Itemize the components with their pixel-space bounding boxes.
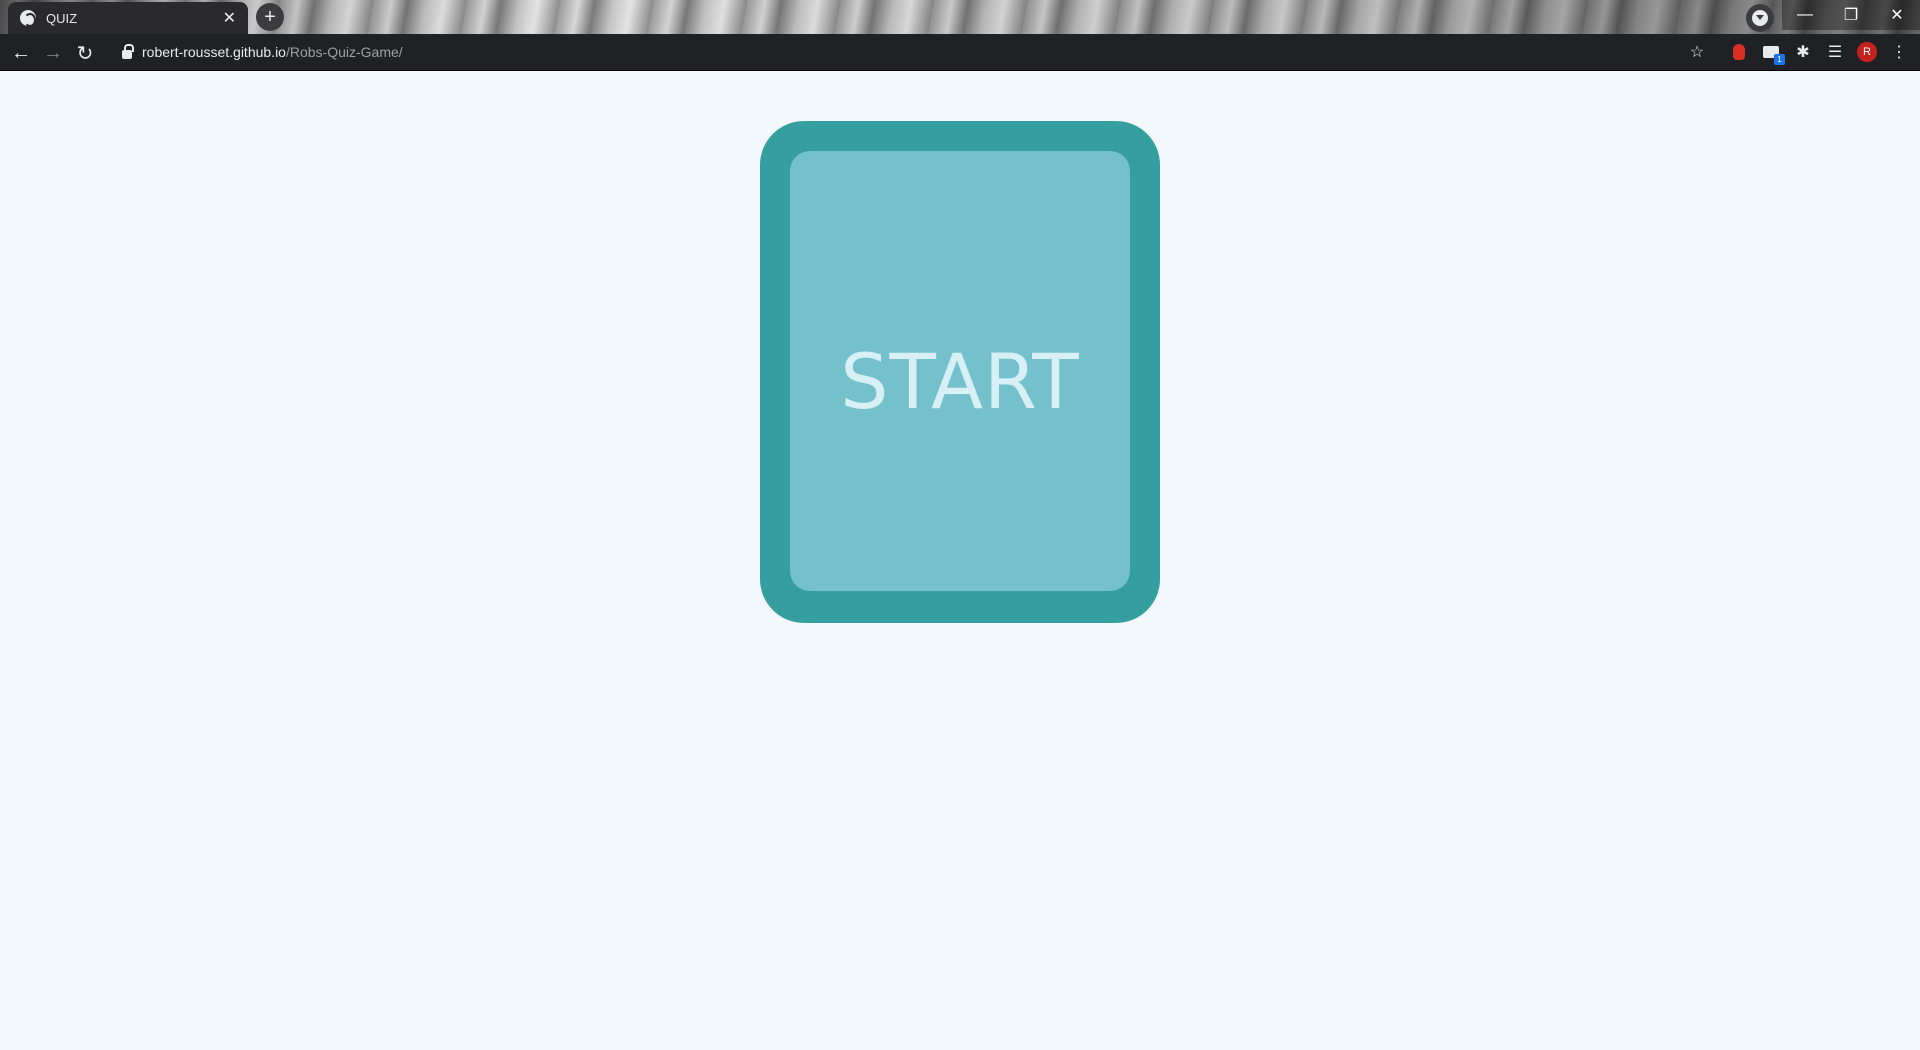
browser-chrome: QUIZ ✕ + — ❐ ✕ ← → ↻ robert-rousset.gith… [0,0,1920,71]
tab-close-icon[interactable]: ✕ [223,8,236,28]
url-path: /Robs-Quiz-Game/ [285,44,403,60]
tab-title: QUIZ [46,10,78,26]
globe-icon [20,10,36,27]
extension-cast-icon[interactable] [1761,42,1785,65]
toolbar-icons: ☆ ✱ ☰ R ⋮ [1687,42,1909,65]
restore-button[interactable]: ❐ [1828,0,1874,30]
extensions-puzzle-icon[interactable]: ✱ [1793,42,1813,62]
chrome-menu-icon[interactable]: ⋮ [1889,42,1909,62]
new-tab-button[interactable]: + [256,3,284,31]
start-button[interactable]: START [760,121,1160,623]
tab-strip: QUIZ ✕ + — ❐ ✕ [0,0,1920,34]
reading-list-icon[interactable]: ☰ [1825,42,1845,62]
tab-quiz[interactable]: QUIZ ✕ [8,2,248,34]
quiz-page: START [0,71,1920,1050]
extension-red-icon[interactable] [1729,42,1749,62]
forward-button[interactable]: → [40,40,66,66]
back-button[interactable]: ← [8,40,34,66]
browser-toolbar: ← → ↻ robert-rousset.github.io /Robs-Qui… [0,34,1920,71]
address-bar[interactable]: robert-rousset.github.io /Robs-Quiz-Game… [112,37,1692,67]
reload-button[interactable]: ↻ [72,40,98,66]
minimize-button[interactable]: — [1782,0,1828,30]
start-label: START [840,336,1080,426]
start-button-face[interactable]: START [790,151,1130,591]
profile-avatar[interactable]: R [1857,42,1877,62]
lock-icon [122,43,134,59]
chevron-down-icon [1752,10,1768,26]
close-window-button[interactable]: ✕ [1874,0,1920,30]
url-host: robert-rousset.github.io [142,44,286,60]
tab-search-button[interactable] [1746,4,1774,32]
bookmark-star-icon[interactable]: ☆ [1687,42,1707,62]
